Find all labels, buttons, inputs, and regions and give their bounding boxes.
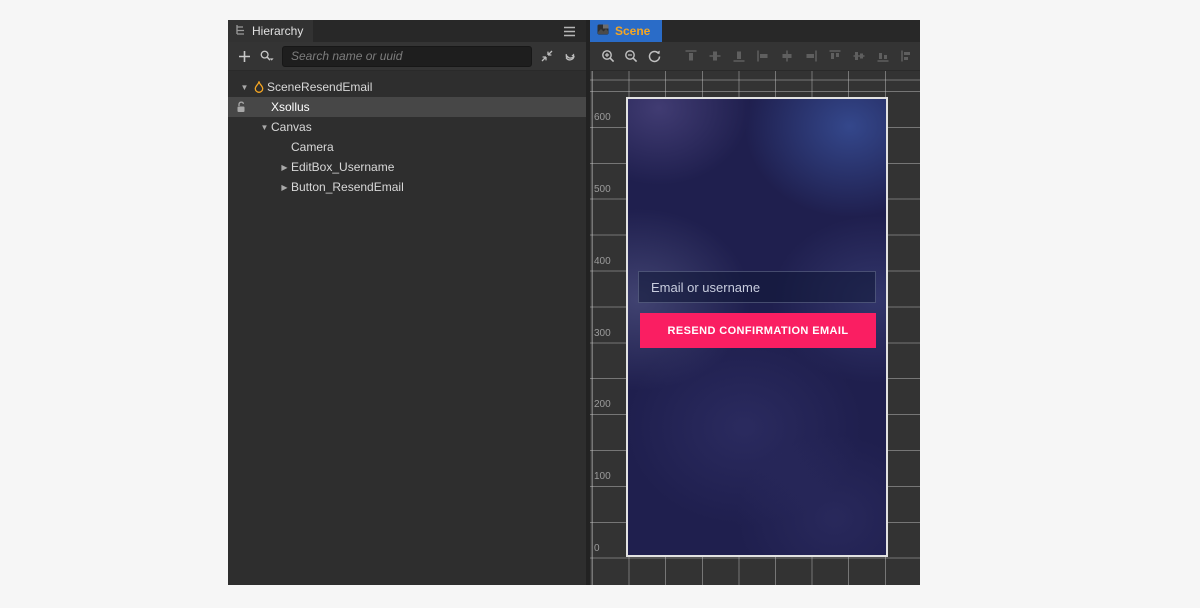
tree-item-SceneResendEmail[interactable]: ▼ SceneResendEmail bbox=[228, 77, 586, 97]
ruler-label-0: 0 bbox=[594, 542, 600, 555]
tree-item-label: Camera bbox=[291, 140, 334, 154]
ruler-label-600: 600 bbox=[594, 111, 611, 124]
tree-item-label: Button_ResendEmail bbox=[291, 180, 404, 194]
tree-expand-arrow-icon[interactable]: ▼ bbox=[238, 83, 251, 92]
tab-hierarchy-label: Hierarchy bbox=[252, 24, 303, 38]
tree-item-label: SceneResendEmail bbox=[267, 80, 372, 94]
ruler-label-100: 100 bbox=[594, 470, 611, 483]
tree-item-label: Canvas bbox=[271, 120, 312, 134]
tree-expand-arrow-icon[interactable]: ▼ bbox=[258, 123, 271, 132]
hierarchy-tree: ▼SceneResendEmailXsollus▼CanvasCamera▶Ed… bbox=[228, 71, 586, 585]
scene-grid[interactable]: RESEND CONFIRMATION EMAIL 600 500 400 300 20… bbox=[590, 71, 920, 585]
ruler-label-300: 300 bbox=[594, 327, 611, 340]
tab-scene-label: Scene bbox=[615, 24, 650, 38]
scene-toolbar bbox=[590, 42, 920, 71]
collapse-all-icon[interactable] bbox=[539, 48, 555, 64]
tabbar-spacer bbox=[313, 20, 553, 42]
create-node-plus-icon[interactable] bbox=[236, 48, 252, 64]
tree-item-Xsollus[interactable]: Xsollus bbox=[228, 97, 586, 117]
hamburger-menu-icon[interactable] bbox=[553, 20, 586, 42]
scene-image-icon bbox=[597, 24, 609, 38]
editor-window: Hierarchy ▼SceneResendEmailXsollus▼Canva… bbox=[228, 20, 920, 585]
search-filter-icon[interactable] bbox=[259, 48, 275, 64]
tab-scene[interactable]: Scene bbox=[590, 20, 662, 42]
distribute-left-icon[interactable] bbox=[899, 48, 915, 64]
tree-item-Button_ResendEmail[interactable]: ▶Button_ResendEmail bbox=[228, 177, 586, 197]
tree-item-Camera[interactable]: Camera bbox=[228, 137, 586, 157]
align-right-icon[interactable] bbox=[803, 48, 819, 64]
distribute-top-icon[interactable] bbox=[827, 48, 843, 64]
scene-canvas-preview[interactable]: RESEND CONFIRMATION EMAIL bbox=[626, 97, 888, 557]
refresh-icon[interactable] bbox=[562, 48, 578, 64]
scene-panel: Scene RESEND CONFIRMATION EMAIL 600 500 40… bbox=[590, 20, 920, 585]
scene-tabbar: Scene bbox=[590, 20, 920, 42]
reset-view-icon[interactable] bbox=[646, 48, 662, 64]
search-input[interactable] bbox=[282, 46, 532, 67]
tree-expand-arrow-icon[interactable]: ▶ bbox=[278, 183, 291, 192]
ruler-label-500: 500 bbox=[594, 183, 611, 196]
align-center-icon[interactable] bbox=[779, 48, 795, 64]
scene-tabbar-spacer bbox=[662, 20, 920, 42]
distribute-bottom-icon[interactable] bbox=[875, 48, 891, 64]
distribute-middle-icon[interactable] bbox=[851, 48, 867, 64]
scene-flame-icon bbox=[251, 80, 267, 94]
zoom-out-icon[interactable] bbox=[623, 48, 639, 64]
align-icon-group bbox=[683, 48, 920, 64]
align-left-icon[interactable] bbox=[755, 48, 771, 64]
email-username-input[interactable] bbox=[638, 271, 876, 303]
ruler-label-200: 200 bbox=[594, 398, 611, 411]
hierarchy-panel: Hierarchy ▼SceneResendEmailXsollus▼Canva… bbox=[228, 20, 586, 585]
hierarchy-tabbar: Hierarchy bbox=[228, 20, 586, 42]
align-middle-icon[interactable] bbox=[707, 48, 723, 64]
align-top-icon[interactable] bbox=[683, 48, 699, 64]
hierarchy-toolbar bbox=[228, 42, 586, 71]
ruler-label-400: 400 bbox=[594, 255, 611, 268]
align-bottom-icon[interactable] bbox=[731, 48, 747, 64]
zoom-in-icon[interactable] bbox=[600, 48, 616, 64]
tree-expand-arrow-icon[interactable]: ▶ bbox=[278, 163, 291, 172]
tab-hierarchy[interactable]: Hierarchy bbox=[228, 20, 313, 42]
tree-item-label: EditBox_Username bbox=[291, 160, 394, 174]
view-icon-group bbox=[600, 48, 662, 64]
tree-item-EditBox_Username[interactable]: ▶EditBox_Username bbox=[228, 157, 586, 177]
tree-item-label: Xsollus bbox=[271, 100, 310, 114]
tree-item-Canvas[interactable]: ▼Canvas bbox=[228, 117, 586, 137]
unlock-icon[interactable] bbox=[236, 101, 247, 116]
hierarchy-tree-icon bbox=[234, 24, 246, 39]
resend-confirmation-email-button[interactable]: RESEND CONFIRMATION EMAIL bbox=[640, 313, 876, 348]
